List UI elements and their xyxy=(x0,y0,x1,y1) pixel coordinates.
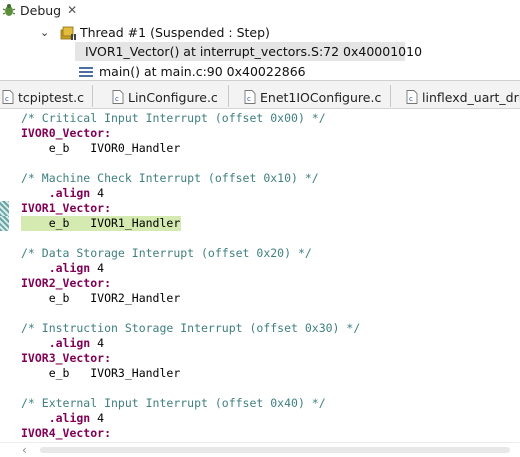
code-operand: 4 xyxy=(90,186,105,200)
tab-tcpiptest[interactable]: c tcpiptest.c xyxy=(2,87,84,107)
code-line: /* External Input Interrupt (offset 0x40… xyxy=(21,396,326,411)
code-line: e_b IVOR3_Handler xyxy=(21,366,181,381)
code-line: IVOR3_Vector: xyxy=(21,351,111,366)
code-text: e_b IVOR2_Handler xyxy=(21,291,181,305)
c-file-icon: c xyxy=(244,90,256,104)
debug-view-label: Debug xyxy=(20,2,62,18)
code-line: /* Machine Check Interrupt (offset 0x10)… xyxy=(21,171,319,186)
code-text: /* Machine Check Interrupt (offset 0x10)… xyxy=(21,171,319,185)
code-text: e_b IVOR1_Handler xyxy=(21,216,181,230)
code-operand: 4 xyxy=(90,336,105,350)
code-line: .align 4 xyxy=(21,411,104,426)
code-line: /* Critical Input Interrupt (offset 0x00… xyxy=(21,111,326,126)
scroll-left-icon[interactable]: ‹ xyxy=(22,443,27,457)
code-editor[interactable]: /* Critical Input Interrupt (offset 0x00… xyxy=(0,109,520,442)
scrollbar-thumb[interactable] xyxy=(40,447,510,453)
current-code-line: e_b IVOR1_Handler xyxy=(21,216,181,231)
c-file-icon: c xyxy=(112,90,124,104)
code-line: .align 4 xyxy=(21,336,104,351)
chevron-down-icon[interactable]: ⌄ xyxy=(40,26,52,39)
code-text: e_b IVOR3_Handler xyxy=(21,366,181,380)
code-text: /* External Input Interrupt (offset 0x40… xyxy=(21,396,326,410)
svg-text:c: c xyxy=(247,95,251,103)
code-line: /* Instruction Storage Interrupt (offset… xyxy=(21,321,360,336)
svg-text:c: c xyxy=(115,95,119,103)
tab-label: LinConfigure.c xyxy=(128,89,218,105)
tab-linflexd-uart-driver[interactable]: c linflexd_uart_driv xyxy=(406,87,520,107)
code-line: IVOR1_Vector: xyxy=(21,201,111,216)
code-line: .align 4 xyxy=(21,261,104,276)
code-operand: 4 xyxy=(90,261,105,275)
code-text: IVOR2_Vector: xyxy=(21,276,112,290)
close-icon[interactable]: ✕ xyxy=(67,3,77,17)
debug-view-title[interactable]: Debug ✕ xyxy=(0,0,520,20)
thread-node[interactable]: ⌄ Thread #1 (Suspended : Step) xyxy=(40,23,270,42)
code-text: IVOR4_Vector: xyxy=(21,426,112,440)
code-text: /* Instruction Storage Interrupt (offset… xyxy=(21,321,361,335)
c-file-icon: c xyxy=(2,90,14,104)
debug-bug-icon xyxy=(2,4,16,16)
code-line: /* Data Storage Interrupt (offset 0x20) … xyxy=(21,246,312,261)
stack-frame-selected[interactable]: IVOR1_Vector() at interrupt_vectors.S:72… xyxy=(75,42,422,61)
thread-label: Thread #1 (Suspended : Step) xyxy=(80,25,270,40)
code-text: /* Data Storage Interrupt (offset 0x20) … xyxy=(21,246,312,260)
tab-label: tcpiptest.c xyxy=(18,89,84,105)
tab-enet1ioconfigure[interactable]: c Enet1IOConfigure.c xyxy=(244,87,381,107)
svg-text:c: c xyxy=(5,95,9,103)
code-line: IVOR0_Vector: xyxy=(21,126,111,141)
code-text: IVOR1_Vector: xyxy=(21,201,112,215)
code-text: .align xyxy=(21,186,91,200)
code-text: .align xyxy=(21,261,91,275)
tab-separator xyxy=(228,85,229,107)
c-file-icon: c xyxy=(406,90,418,104)
suspended-thread-icon xyxy=(60,26,76,40)
stack-frame-icon xyxy=(79,66,93,77)
instruction-pointer-marker xyxy=(0,201,9,216)
stack-frame[interactable]: main() at main.c:90 0x40022866 xyxy=(75,62,306,80)
debug-view: Debug ✕ ⌄ Thread #1 (Suspended : Step) I… xyxy=(0,0,520,80)
svg-text:c: c xyxy=(409,95,413,103)
editor-tab-bar: c tcpiptest.c c LinConfigure.c c Enet1IO… xyxy=(0,80,520,109)
tab-separator xyxy=(92,85,93,107)
tab-label: Enet1IOConfigure.c xyxy=(260,89,382,105)
code-text: IVOR3_Vector: xyxy=(21,351,112,365)
code-line: IVOR2_Vector: xyxy=(21,276,111,291)
horizontal-scrollbar[interactable]: ‹ xyxy=(0,442,520,457)
stack-frame-label: IVOR1_Vector() at interrupt_vectors.S:72… xyxy=(85,44,423,59)
code-line: e_b IVOR2_Handler xyxy=(21,291,181,306)
code-line: IVOR4_Vector: xyxy=(21,426,111,441)
stack-frame-label: main() at main.c:90 0x40022866 xyxy=(99,64,306,79)
code-operand: 4 xyxy=(90,411,105,425)
tab-linconfigure[interactable]: c LinConfigure.c xyxy=(112,87,218,107)
code-text: .align xyxy=(21,411,91,425)
tab-separator xyxy=(390,85,391,107)
code-text: IVOR0_Vector: xyxy=(21,126,112,140)
code-text: e_b IVOR0_Handler xyxy=(21,141,181,155)
tab-label: linflexd_uart_driv xyxy=(422,89,520,105)
code-line: e_b IVOR0_Handler xyxy=(21,141,181,156)
code-text: /* Critical Input Interrupt (offset 0x00… xyxy=(21,111,326,125)
instruction-pointer-marker xyxy=(0,216,9,231)
code-text: .align xyxy=(21,336,91,350)
code-line: .align 4 xyxy=(21,186,104,201)
